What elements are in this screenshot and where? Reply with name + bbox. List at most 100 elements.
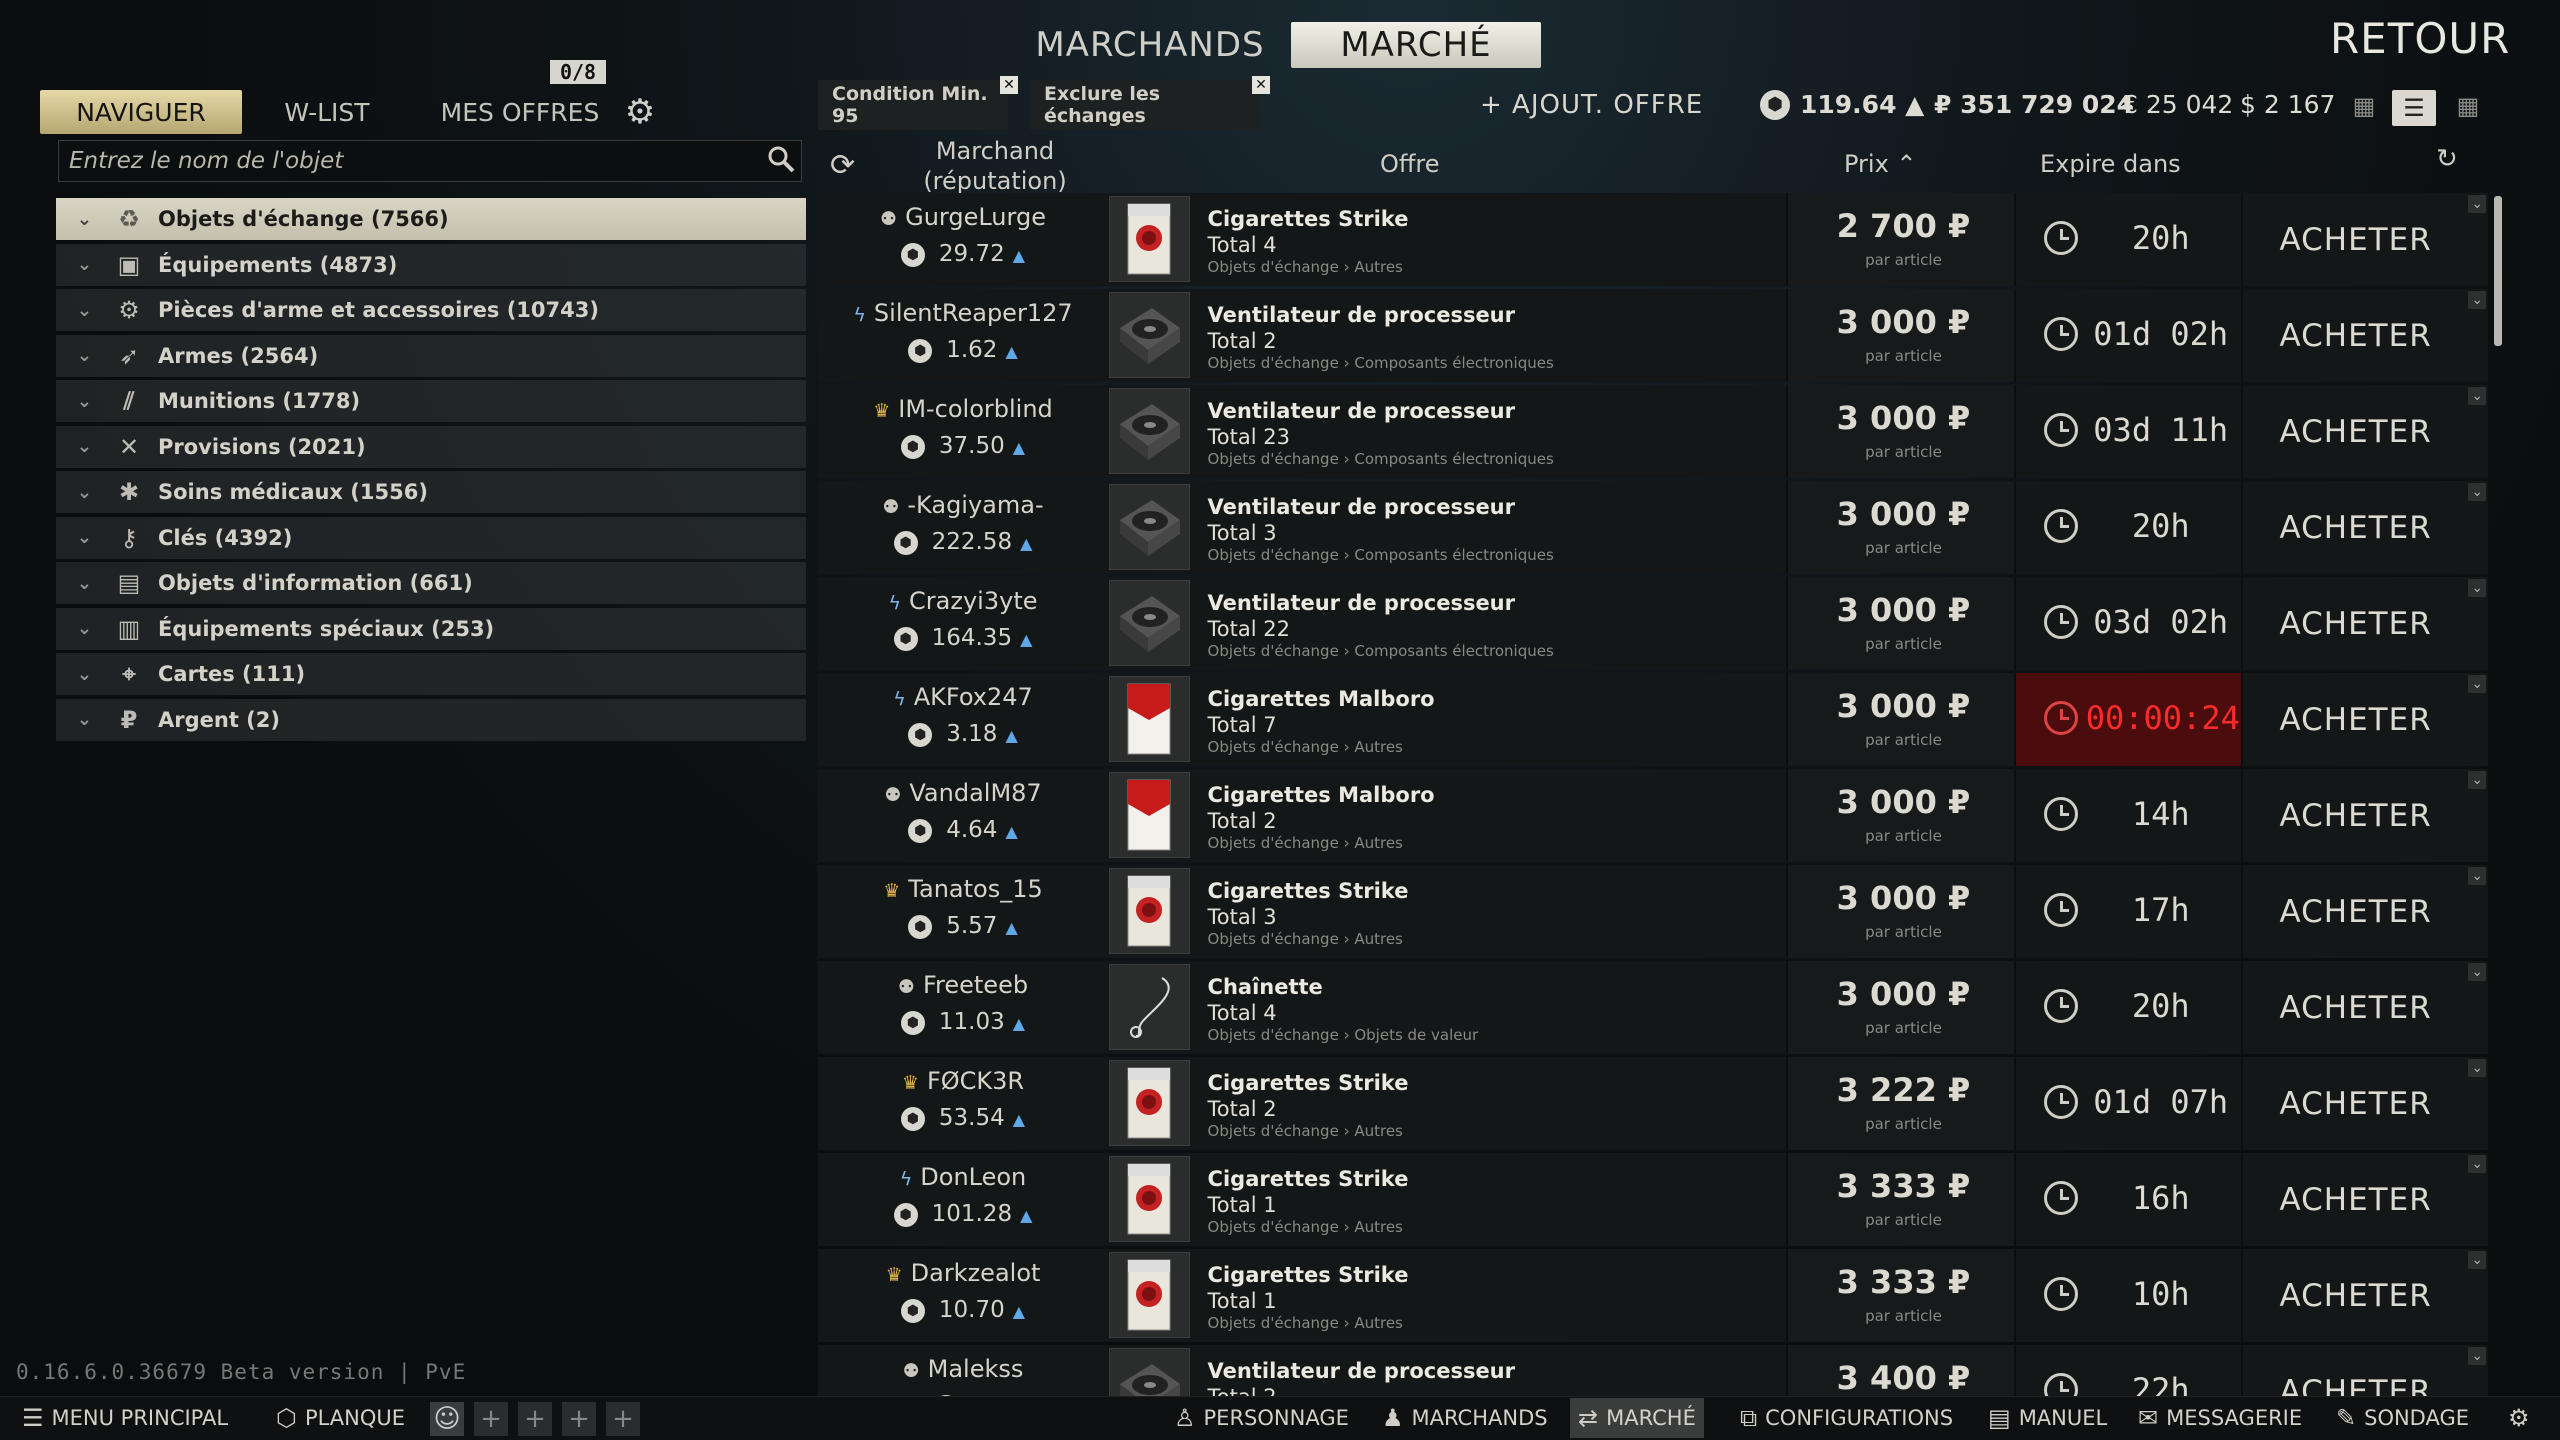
item-name[interactable]: Chaînette — [1208, 975, 1323, 999]
merchant-cell[interactable]: ⚉ VandalM87 ⬢ 4.64 ▲ — [818, 769, 1105, 862]
expand-chevron-icon[interactable]: ⌄ — [2468, 387, 2487, 405]
buy-button[interactable]: ACHETER — [2240, 673, 2468, 766]
category-item[interactable]: ⌄ ₽ Argent (2) — [56, 698, 806, 741]
item-name[interactable]: Cigarettes Strike — [1208, 1263, 1409, 1287]
item-name[interactable]: Cigarettes Strike — [1208, 207, 1409, 231]
refresh-icon[interactable]: ⟳ — [830, 148, 855, 183]
view-grid-icon[interactable]: ▦ — [2450, 90, 2486, 122]
chevron-down-icon[interactable]: ⌄ — [56, 482, 106, 503]
tab-wishlist[interactable]: W-LIST — [262, 90, 392, 134]
item-name[interactable]: Ventilateur de processeur — [1208, 1359, 1515, 1383]
buy-button[interactable]: ACHETER — [2240, 769, 2468, 862]
buy-button[interactable]: ACHETER — [2240, 1345, 2468, 1397]
search-icon[interactable] — [764, 144, 798, 178]
add-offer-button[interactable]: + AJOUT. OFFRE — [1480, 90, 1703, 120]
chevron-down-icon[interactable]: ⌄ — [56, 300, 106, 321]
category-item[interactable]: ⌄ ⫽ Munitions (1778) — [56, 380, 806, 422]
buy-button[interactable]: ACHETER — [2240, 481, 2468, 574]
close-icon[interactable]: ✕ — [1252, 76, 1270, 94]
expand-chevron-icon[interactable]: ⌄ — [2468, 771, 2487, 789]
reload-icon[interactable]: ↻ — [2436, 144, 2458, 174]
buy-button[interactable]: ACHETER — [2240, 1153, 2468, 1246]
view-compact-icon[interactable]: ▦ — [2346, 90, 2382, 122]
column-header-offer[interactable]: Offre — [1380, 150, 1440, 178]
character-button[interactable]: ♙ PERSONNAGE — [1166, 1398, 1357, 1438]
survey-button[interactable]: ✎ SONDAGE — [2328, 1398, 2477, 1438]
item-thumbnail[interactable] — [1108, 868, 1190, 954]
merchant-cell[interactable]: ♛ IM-colorblind ⬢ 37.50 ▲ — [818, 385, 1105, 478]
merchant-cell[interactable]: ♛ FØCK3R ⬢ 53.54 ▲ — [818, 1057, 1105, 1150]
item-name[interactable]: Ventilateur de processeur — [1208, 495, 1515, 519]
category-item[interactable]: ⌄ ▥ Équipements spéciaux (253) — [56, 607, 806, 650]
chevron-down-icon[interactable]: ⌄ — [56, 391, 106, 412]
buy-button[interactable]: ACHETER — [2240, 961, 2468, 1054]
item-thumbnail[interactable] — [1108, 964, 1190, 1050]
traders-button[interactable]: ♟ MARCHANDS — [1374, 1398, 1556, 1438]
tab-traders[interactable]: MARCHANDS — [1030, 22, 1270, 68]
gear-icon[interactable]: ⚙ — [622, 94, 658, 130]
expand-chevron-icon[interactable]: ⌄ — [2468, 1347, 2487, 1365]
item-thumbnail[interactable] — [1108, 292, 1190, 378]
chevron-down-icon[interactable]: ⌄ — [56, 664, 106, 685]
item-name[interactable]: Cigarettes Malboro — [1208, 687, 1435, 711]
item-thumbnail[interactable] — [1108, 1156, 1190, 1242]
item-name[interactable]: Ventilateur de processeur — [1208, 399, 1515, 423]
chevron-down-icon[interactable]: ⌄ — [56, 573, 106, 594]
buy-button[interactable]: ACHETER — [2240, 385, 2468, 478]
column-header-expire[interactable]: Expire dans — [2040, 150, 2181, 178]
chevron-down-icon[interactable]: ⌄ — [56, 345, 106, 366]
buy-button[interactable]: ACHETER — [2240, 289, 2468, 382]
chevron-down-icon[interactable]: ⌄ — [56, 436, 106, 457]
merchant-cell[interactable]: ⚉ Freeteeb ⬢ 11.03 ▲ — [818, 961, 1105, 1054]
item-name[interactable]: Ventilateur de processeur — [1208, 303, 1515, 327]
merchant-cell[interactable]: ϟ DonLeon ⬢ 101.28 ▲ — [818, 1153, 1105, 1246]
expand-chevron-icon[interactable]: ⌄ — [2468, 1251, 2487, 1269]
expand-chevron-icon[interactable]: ⌄ — [2468, 1155, 2487, 1173]
category-item[interactable]: ⌄ ⌖ Cartes (111) — [56, 653, 806, 695]
item-name[interactable]: Ventilateur de processeur — [1208, 591, 1515, 615]
buy-button[interactable]: ACHETER — [2240, 865, 2468, 958]
back-button[interactable]: RETOUR — [2330, 14, 2510, 63]
category-item[interactable]: ⌄ ♻ Objets d'échange (7566) — [56, 198, 806, 240]
item-name[interactable]: Cigarettes Strike — [1208, 1167, 1409, 1191]
search-input[interactable] — [58, 140, 802, 182]
category-item[interactable]: ⌄ ➶ Armes (2564) — [56, 334, 806, 377]
expand-chevron-icon[interactable]: ⌄ — [2468, 675, 2487, 693]
chevron-down-icon[interactable]: ⌄ — [56, 618, 106, 639]
chevron-down-icon[interactable]: ⌄ — [56, 209, 106, 230]
profile-icon[interactable]: ☺ — [430, 1402, 464, 1436]
item-thumbnail[interactable] — [1108, 196, 1190, 282]
add-slot-button[interactable]: + — [606, 1402, 640, 1436]
expand-chevron-icon[interactable]: ⌄ — [2468, 483, 2487, 501]
category-item[interactable]: ⌄ ✱ Soins médicaux (1556) — [56, 471, 806, 513]
main-menu-button[interactable]: ☰ MENU PRINCIPAL — [14, 1398, 236, 1438]
add-slot-button[interactable]: + — [562, 1402, 596, 1436]
filter-chip-exclude-barter[interactable]: Exclure les échanges ✕ — [1030, 76, 1270, 130]
buy-button[interactable]: ACHETER — [2240, 577, 2468, 670]
tab-browse[interactable]: NAVIGUER — [40, 90, 242, 134]
filter-chip-condition[interactable]: Condition Min. 95 ✕ — [818, 76, 1018, 130]
merchant-cell[interactable]: ⚉Malekss⬢▲ — [818, 1345, 1105, 1397]
merchant-cell[interactable]: ♛ Darkzealot ⬢ 10.70 ▲ — [818, 1249, 1105, 1342]
expand-chevron-icon[interactable]: ⌄ — [2468, 579, 2487, 597]
category-item[interactable]: ⌄ ⚷ Clés (4392) — [56, 516, 806, 559]
messages-button[interactable]: ✉ MESSAGERIE — [2130, 1398, 2310, 1438]
item-thumbnail[interactable] — [1108, 676, 1190, 762]
merchant-cell[interactable]: ϟ Crazyi3yte ⬢ 164.35 ▲ — [818, 577, 1105, 670]
item-thumbnail[interactable] — [1108, 580, 1190, 666]
buy-button[interactable]: ACHETER — [2240, 1249, 2468, 1342]
category-item[interactable]: ⌄ ✕ Provisions (2021) — [56, 425, 806, 468]
category-item[interactable]: ⌄ ▣ Équipements (4873) — [56, 243, 806, 286]
item-name[interactable]: Cigarettes Malboro — [1208, 783, 1435, 807]
tab-my-offers[interactable]: MES OFFRES — [430, 90, 610, 134]
configurations-button[interactable]: ⧉ CONFIGURATIONS — [1732, 1398, 1961, 1438]
add-slot-button[interactable]: + — [518, 1402, 552, 1436]
item-name[interactable]: Cigarettes Strike — [1208, 879, 1409, 903]
scrollbar[interactable] — [2494, 196, 2502, 346]
tab-market[interactable]: MARCHÉ — [1291, 22, 1541, 68]
item-thumbnail[interactable] — [1108, 1348, 1190, 1397]
manual-button[interactable]: ▤ MANUEL — [1980, 1398, 2115, 1438]
expand-chevron-icon[interactable]: ⌄ — [2468, 963, 2487, 981]
hideout-button[interactable]: ⬡ PLANQUE — [268, 1398, 413, 1438]
category-item[interactable]: ⌄ ⚙ Pièces d'arme et accessoires (10743) — [56, 289, 806, 331]
